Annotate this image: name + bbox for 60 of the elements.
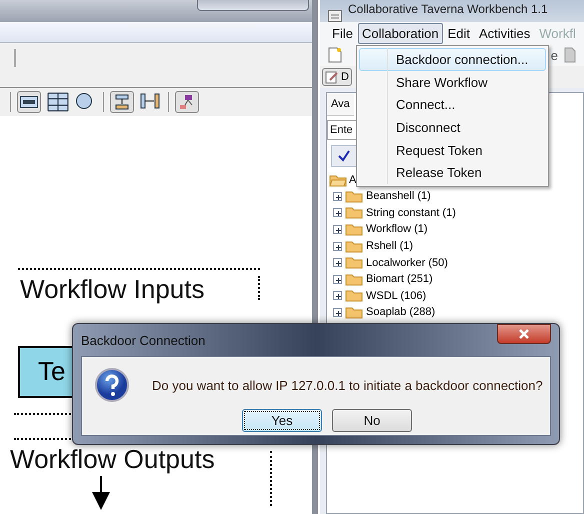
close-icon [519, 329, 529, 339]
question-icon [94, 367, 130, 403]
text-view-button[interactable] [17, 91, 41, 113]
menu-item[interactable]: Connect... [359, 93, 546, 116]
menu-item[interactable]: Edit [444, 22, 474, 44]
diagram-button[interactable] [175, 91, 199, 113]
expand-icon[interactable] [333, 274, 342, 284]
folder-icon [345, 256, 363, 270]
expand-icon[interactable] [333, 224, 342, 234]
folder-icon [345, 240, 363, 253]
tree-item[interactable]: String constant (1) [366, 206, 456, 219]
diagram-icon [179, 94, 195, 110]
arrow [91, 476, 111, 510]
align-button[interactable] [110, 91, 134, 113]
folder-icon [345, 206, 363, 220]
folder-icon [345, 272, 363, 286]
folder-icon [345, 289, 363, 302]
tree-item[interactable]: A [349, 174, 356, 186]
open-folder-icon [329, 174, 347, 186]
menu-item[interactable]: Request Token [359, 138, 546, 162]
menu-item[interactable]: Disconnect [359, 116, 546, 139]
expand-icon[interactable] [333, 291, 342, 300]
toolbar-text: e [550, 48, 558, 62]
tree-item[interactable]: Biomart (251) [366, 273, 433, 286]
window-title: Collaborative Taverna Workbench 1.1 [348, 2, 548, 16]
dialog-message: Do you want to allow IP 127.0.0.1 to initiate a backdoor connection? [152, 378, 543, 392]
tree-item[interactable]: Workflow (1) [366, 223, 428, 236]
expand-icon[interactable] [333, 242, 342, 251]
dialog-title: Backdoor Connection [81, 332, 206, 348]
menu-item[interactable]: Release Token [359, 161, 546, 184]
expand-icon[interactable] [333, 192, 342, 201]
tree-item[interactable]: Rshell (1) [366, 240, 414, 252]
expand-icon[interactable] [333, 258, 342, 268]
folder-icon [345, 306, 363, 319]
close-button[interactable] [497, 324, 551, 344]
tree-item[interactable]: Localworker (50) [366, 256, 448, 269]
edit-icon [325, 70, 339, 84]
checkmark-icon [338, 150, 350, 162]
tree-item[interactable]: Soaplab (288) [366, 306, 436, 318]
folder-icon [345, 190, 363, 203]
menu-item[interactable]: File [328, 22, 357, 44]
tab[interactable]: Ava [327, 93, 354, 116]
menu-item[interactable]: Backdoor connection... [359, 48, 546, 71]
workflow-outputs-label: Workflow Outputs [10, 444, 215, 475]
toolbar-button[interactable]: D [322, 68, 352, 86]
dialog-button[interactable]: Yes [242, 409, 322, 432]
tree-item[interactable]: Beanshell (1) [366, 190, 431, 202]
workflow-inputs-label: Workflow Inputs [20, 274, 204, 305]
abc-box-icon [20, 96, 38, 108]
menu-item[interactable]: Share Workflow [359, 70, 546, 94]
grid-icon[interactable] [47, 92, 69, 112]
menu-item[interactable]: Collaboration [358, 22, 443, 44]
new-file-icon[interactable] [328, 47, 342, 63]
menu-item[interactable]: Activities [474, 22, 534, 44]
dialog-button[interactable]: No [332, 409, 412, 432]
folder-icon [345, 222, 363, 236]
expand-icon[interactable] [333, 208, 342, 218]
tree-item[interactable]: WSDL (106) [366, 290, 426, 302]
expand-icon[interactable] [333, 308, 342, 317]
document-icon[interactable] [564, 47, 576, 63]
